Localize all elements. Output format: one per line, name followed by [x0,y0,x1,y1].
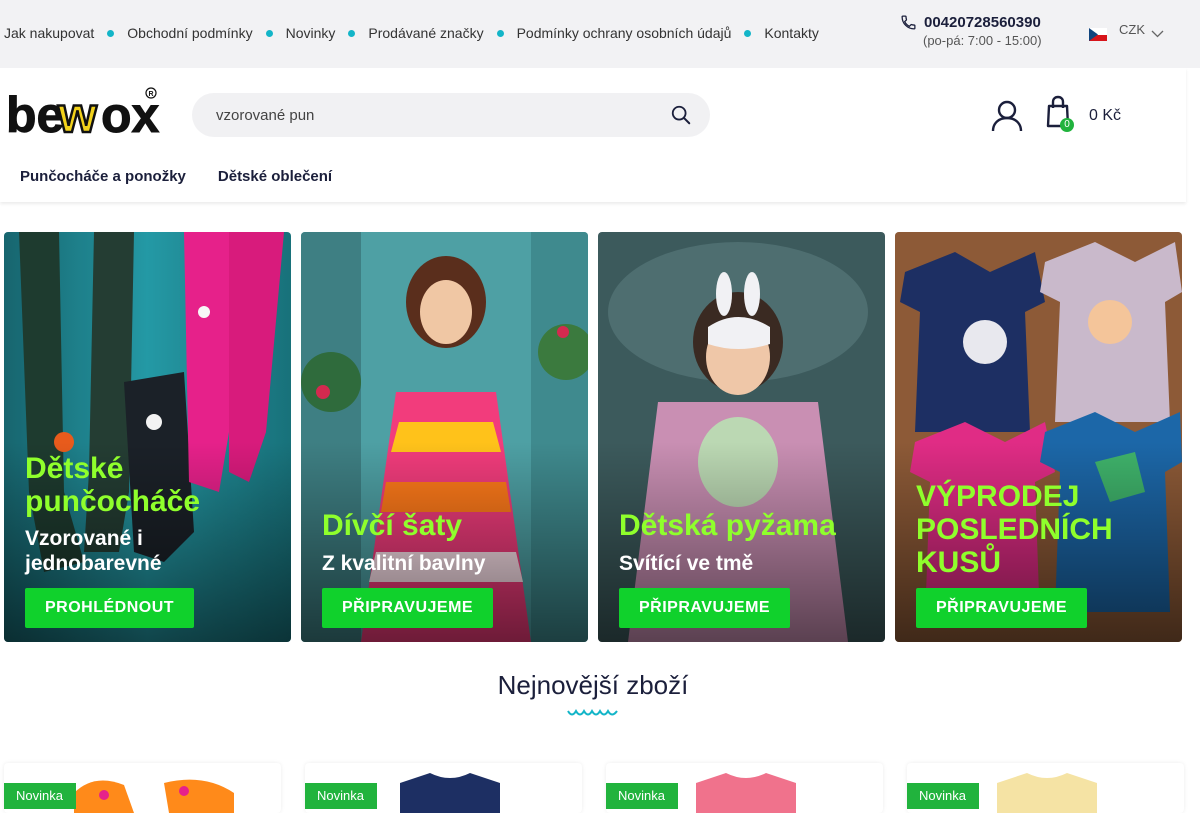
separator-dot [744,29,752,37]
product-image [997,773,1097,813]
separator-dot [348,29,356,37]
phone-hours: (po-pá: 7:00 - 15:00) [923,33,1042,48]
banner-dresses[interactable]: Dívčí šaty Z kvalitní bavlny PŘIPRAVUJEM… [301,232,588,642]
banner-subtitle: Svítící ve tmě [619,552,754,575]
product-image [74,779,234,813]
nav-item-tights-socks[interactable]: Punčocháče a ponožky [20,168,186,185]
top-link-terms[interactable]: Obchodní podmínky [127,25,252,41]
banner-cta-button[interactable]: PŘIPRAVUJEME [916,588,1088,628]
separator-dot [496,29,504,37]
product-image [696,773,796,813]
search-icon[interactable] [670,104,692,126]
site-header: be w ox R 0 0 Kč Punčocháče a ponožky Dě… [0,68,1186,202]
banner-title: Dětská pyžama [619,509,836,542]
banner-cta-button[interactable]: PŘIPRAVUJEME [619,588,791,628]
bewox-logo[interactable]: be w ox R [4,86,161,140]
top-link-news[interactable]: Novinky [286,25,336,41]
top-nav: Jak nakupovat Obchodní podmínky Novinky … [4,25,819,41]
wave-icon [567,708,618,716]
product-card[interactable]: Novinka [606,763,883,813]
top-link-brands[interactable]: Prodávané značky [368,25,483,41]
currency-label: CZK [1119,22,1145,37]
svg-text:R: R [149,91,154,98]
svg-text:be: be [6,87,64,140]
banner-cta-button[interactable]: PROHLÉDNOUT [25,588,195,628]
product-card[interactable]: Novinka [907,763,1184,813]
top-link-privacy[interactable]: Podmínky ochrany osobních údajů [517,25,732,41]
chevron-down-icon [1151,30,1164,37]
banner-title: Dětské punčocháče [25,452,201,518]
phone-contact: 00420728560390 (po-pá: 7:00 - 15:00) [900,14,1042,48]
new-badge: Novinka [4,783,76,809]
new-badge: Novinka [305,783,377,809]
new-badge: Novinka [907,783,979,809]
banner-cta-button[interactable]: PŘIPRAVUJEME [322,588,494,628]
new-badge: Novinka [606,783,678,809]
phone-line[interactable]: 00420728560390 [900,14,1042,31]
banner-title: VÝPRODEJ POSLEDNÍCH KUSŮ [916,480,1113,579]
user-icon[interactable] [990,99,1024,133]
banner-tights[interactable]: Dětské punčocháče Vzorované i jednobarev… [4,232,291,642]
top-link-how-to-buy[interactable]: Jak nakupovat [4,25,94,41]
product-card[interactable]: Novinka [305,763,582,813]
cart-count-badge: 0 [1060,118,1074,132]
banner-subtitle: Vzorované i jednobarevné [25,527,162,575]
banner-title: Dívčí šaty [322,509,463,542]
section-title: Nejnovější zboží [497,670,689,700]
separator-dot [265,29,273,37]
banner-sale[interactable]: VÝPRODEJ POSLEDNÍCH KUSŮ PŘIPRAVUJEME [895,232,1182,642]
flag-cz-icon [1089,28,1107,41]
search-input[interactable] [216,106,656,124]
top-bar: Jak nakupovat Obchodní podmínky Novinky … [0,0,1200,68]
separator-dot [107,29,115,37]
nav-item-kids-clothing[interactable]: Dětské oblečení [218,168,332,185]
search-bar [192,93,710,137]
product-image [400,773,500,813]
banner-subtitle: Z kvalitní bavlny [322,552,486,575]
banner-pajamas[interactable]: Dětská pyžama Svítící ve tmě PŘIPRAVUJEM… [598,232,885,642]
phone-number[interactable]: 00420728560390 [924,14,1041,31]
top-link-contacts[interactable]: Kontakty [764,25,818,41]
phone-icon [901,15,916,30]
main-nav: Punčocháče a ponožky Dětské oblečení [20,168,364,185]
svg-text:w: w [57,87,97,140]
product-card[interactable]: Novinka [4,763,281,813]
cart-total[interactable]: 0 Kč [1089,107,1121,125]
currency-selector[interactable]: CZK [1089,18,1164,41]
